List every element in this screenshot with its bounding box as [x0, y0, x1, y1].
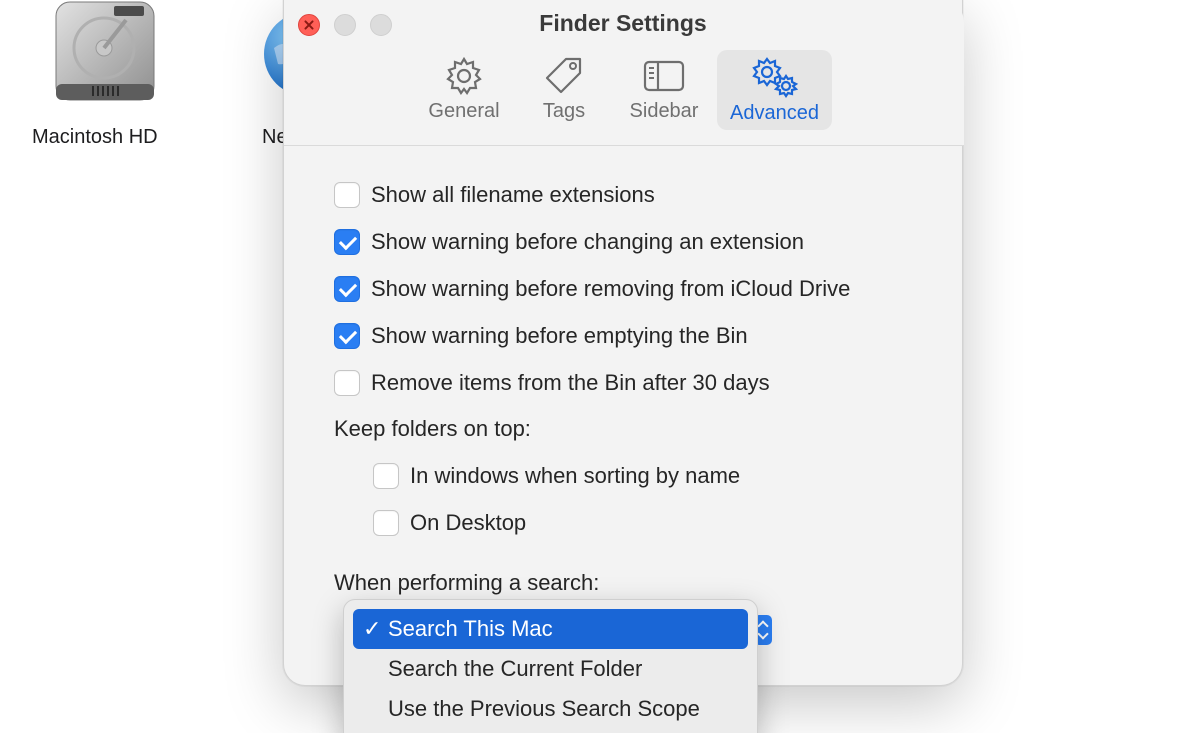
- warn-removing-icloud-checkbox[interactable]: [334, 276, 360, 302]
- folders-top-windows-label: In windows when sorting by name: [410, 463, 741, 488]
- menu-item-label: Search the Current Folder: [388, 656, 643, 681]
- tab-sidebar[interactable]: Sidebar: [619, 50, 709, 130]
- tag-icon: [545, 57, 582, 94]
- folders-top-desktop-option[interactable]: On Desktop: [373, 508, 526, 538]
- folders-top-desktop-checkbox[interactable]: [373, 510, 399, 536]
- warn-emptying-bin-checkbox[interactable]: [334, 323, 360, 349]
- warn-removing-icloud-label: Show warning before removing from iCloud…: [371, 276, 851, 301]
- tab-advanced[interactable]: Advanced: [717, 50, 832, 130]
- menu-item-search-this-mac[interactable]: ✓ Search This Mac: [353, 609, 748, 649]
- show-all-extensions-checkbox[interactable]: [334, 182, 360, 208]
- show-all-extensions-option[interactable]: Show all filename extensions: [334, 180, 655, 210]
- gear-icon: [446, 56, 482, 95]
- menu-item-previous-search-scope[interactable]: Use the Previous Search Scope: [353, 689, 748, 729]
- tab-sidebar-label: Sidebar: [629, 100, 699, 122]
- warn-emptying-bin-label: Show warning before emptying the Bin: [371, 323, 748, 348]
- warn-emptying-bin-option[interactable]: Show warning before emptying the Bin: [334, 321, 748, 351]
- gears-icon: [751, 57, 798, 98]
- tab-general[interactable]: General: [414, 50, 514, 130]
- tab-general-label: General: [428, 100, 500, 122]
- macintosh-hd-label: Macintosh HD: [32, 126, 158, 148]
- finder-settings-window: Finder Settings General Tags Sidebar Adv…: [283, 0, 964, 686]
- remove-bin-30-days-option[interactable]: Remove items from the Bin after 30 days: [334, 368, 770, 398]
- folders-top-windows-checkbox[interactable]: [373, 463, 399, 489]
- hard-drive-icon: [55, 1, 155, 101]
- warn-changing-extension-checkbox[interactable]: [334, 229, 360, 255]
- menu-item-label: Search This Mac: [388, 616, 553, 641]
- search-scope-menu: ✓ Search This Mac Search the Current Fol…: [343, 599, 758, 733]
- keep-folders-heading: Keep folders on top:: [334, 416, 531, 441]
- remove-bin-30-days-checkbox[interactable]: [334, 370, 360, 396]
- tab-tags-label: Tags: [542, 100, 586, 122]
- folders-top-desktop-label: On Desktop: [410, 510, 527, 535]
- checkmark-icon: ✓: [363, 616, 382, 641]
- warn-removing-icloud-option[interactable]: Show warning before removing from iCloud…: [334, 274, 850, 304]
- warn-changing-extension-label: Show warning before changing an extensio…: [371, 229, 804, 254]
- macintosh-hd-desktop-icon[interactable]: Macintosh HD: [20, 0, 190, 160]
- menu-item-search-current-folder[interactable]: Search the Current Folder: [353, 649, 748, 689]
- window-title: Finder Settings: [539, 10, 707, 36]
- menu-item-label: Use the Previous Search Scope: [388, 696, 700, 721]
- tab-advanced-label: Advanced: [730, 102, 819, 124]
- show-all-extensions-label: Show all filename extensions: [371, 182, 655, 207]
- sidebar-icon: [643, 60, 685, 92]
- folders-top-windows-option[interactable]: In windows when sorting by name: [373, 461, 740, 491]
- remove-bin-30-days-label: Remove items from the Bin after 30 days: [371, 370, 770, 395]
- warn-changing-extension-option[interactable]: Show warning before changing an extensio…: [334, 227, 804, 257]
- tab-tags[interactable]: Tags: [524, 50, 604, 130]
- search-scope-heading: When performing a search:: [334, 570, 600, 595]
